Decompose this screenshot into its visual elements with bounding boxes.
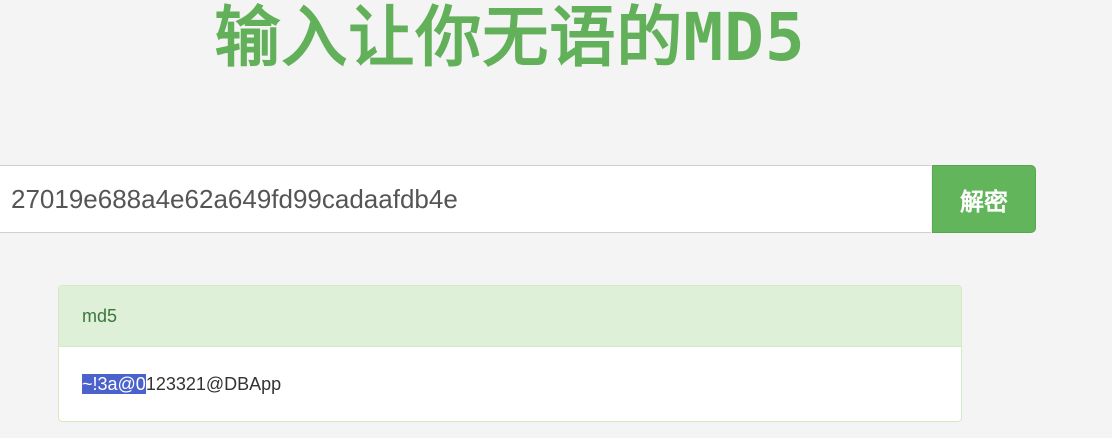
page: 输入让你无语的MD5 解密 md5 ~!3a@0123321@DBApp bbox=[0, 0, 1112, 438]
result-panel: md5 ~!3a@0123321@DBApp bbox=[58, 285, 962, 422]
result-heading: md5 bbox=[59, 286, 961, 347]
result-selected-text[interactable]: ~!3a@0 bbox=[82, 374, 146, 394]
page-title: 输入让你无语的MD5 bbox=[214, 0, 806, 76]
search-row: 解密 bbox=[0, 165, 1036, 233]
md5-input[interactable] bbox=[0, 165, 931, 233]
result-body: ~!3a@0123321@DBApp bbox=[59, 347, 961, 421]
decrypt-button[interactable]: 解密 bbox=[932, 165, 1036, 233]
result-text[interactable]: 123321@DBApp bbox=[146, 374, 281, 394]
